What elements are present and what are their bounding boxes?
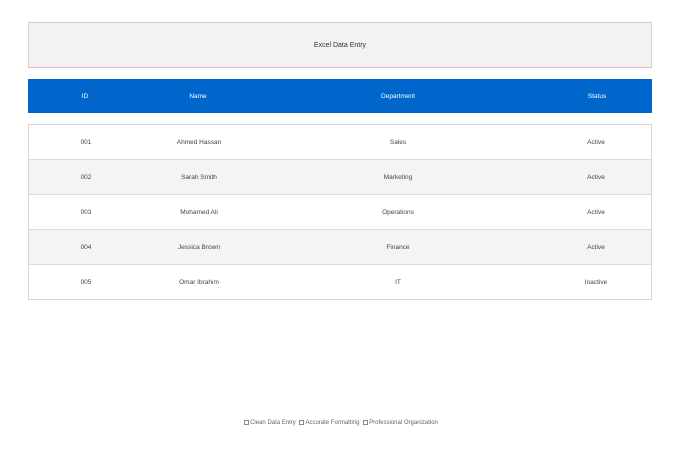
cell-id[interactable]: 004 (29, 244, 143, 251)
cell-id[interactable]: 005 (29, 279, 143, 286)
cell-id[interactable]: 001 (29, 139, 143, 146)
cell-department[interactable]: Sales (255, 139, 541, 146)
cell-name[interactable]: Sarah Smith (143, 174, 255, 181)
page-title-box: Excel Data Entry (28, 22, 652, 68)
table-header: ID Name Department Status (28, 79, 652, 113)
cell-name[interactable]: Ahmed Hassan (143, 139, 255, 146)
checkbox-icon (363, 420, 369, 425)
page-title: Excel Data Entry (313, 41, 367, 49)
cell-id[interactable]: 003 (29, 209, 143, 216)
cell-status[interactable]: Active (541, 139, 651, 146)
column-header-department[interactable]: Department (254, 93, 542, 100)
table-row[interactable]: 002 Sarah Smith Marketing Active (29, 160, 651, 195)
footer-item: Clean Data Entry (250, 420, 296, 427)
cell-name[interactable]: Jessica Brown (143, 244, 255, 251)
table-row[interactable]: 005 Omar Ibrahim IT Inactive (29, 265, 651, 299)
cell-status[interactable]: Active (541, 174, 651, 181)
cell-name[interactable]: Mohamed Ali (143, 209, 255, 216)
cell-department[interactable]: IT (255, 279, 541, 286)
checkbox-icon (244, 420, 250, 425)
cell-status[interactable]: Active (541, 244, 651, 251)
checkbox-icon (299, 420, 305, 425)
footer-item: Accurate Formatting (305, 420, 360, 427)
column-header-id[interactable]: ID (28, 93, 142, 100)
data-table: 001 Ahmed Hassan Sales Active 002 Sarah … (28, 124, 652, 300)
cell-department[interactable]: Finance (255, 244, 541, 251)
column-header-name[interactable]: Name (142, 93, 254, 100)
cell-status[interactable]: Active (541, 209, 651, 216)
table-row[interactable]: 001 Ahmed Hassan Sales Active (29, 125, 651, 160)
table-row[interactable]: 003 Mohamed Ali Operations Active (29, 195, 651, 230)
table-row[interactable]: 004 Jessica Brown Finance Active (29, 230, 651, 265)
footer-features: Clean Data Entry Accurate Formatting Pro… (0, 420, 680, 426)
footer-item: Professional Organization (369, 420, 438, 427)
column-header-status[interactable]: Status (542, 93, 652, 100)
cell-status[interactable]: Inactive (541, 279, 651, 286)
cell-name[interactable]: Omar Ibrahim (143, 279, 255, 286)
cell-department[interactable]: Marketing (255, 174, 541, 181)
cell-id[interactable]: 002 (29, 174, 143, 181)
cell-department[interactable]: Operations (255, 209, 541, 216)
